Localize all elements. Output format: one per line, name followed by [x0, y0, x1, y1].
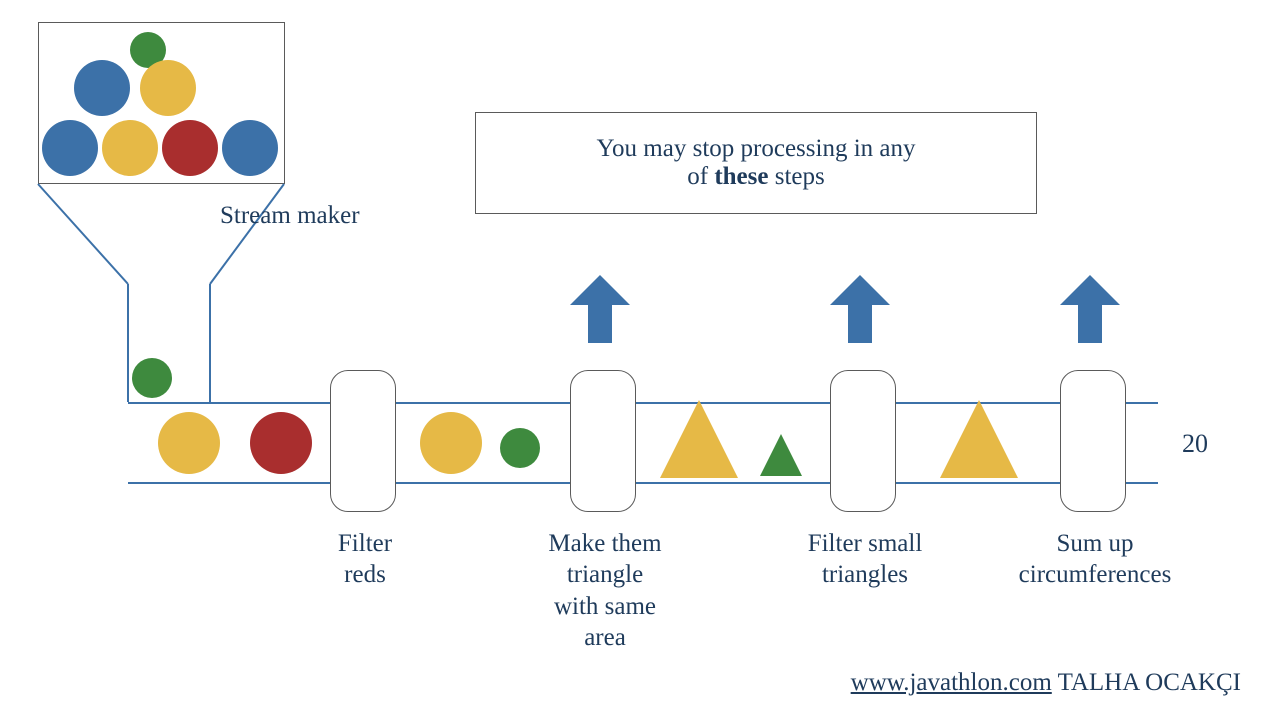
info-line2-bold: these — [714, 163, 768, 190]
up-arrow-icon — [830, 275, 890, 343]
info-line2-pre: of — [687, 163, 714, 190]
diagram-stage: Stream maker You may stop processing in … — [0, 0, 1271, 711]
station-filter-reds — [330, 370, 396, 512]
circle-shape — [158, 412, 220, 474]
up-arrow-icon — [570, 275, 630, 343]
info-line1: You may stop processing in any — [597, 135, 916, 162]
pipe-bottom — [128, 482, 1158, 484]
credit-link[interactable]: www.javathlon.com — [851, 669, 1052, 696]
up-arrow-icon — [1060, 275, 1120, 343]
circle-shape — [500, 428, 540, 468]
info-box: You may stop processing in any of these … — [475, 112, 1037, 214]
station-make-triangle — [570, 370, 636, 512]
station-label-make-triangle: Make themtrianglewith samearea — [500, 528, 710, 653]
triangle-shape — [940, 400, 1018, 478]
credit: www.javathlon.com TALHA OCAKÇI — [851, 669, 1241, 697]
credit-author: TALHA OCAKÇI — [1052, 669, 1241, 696]
circle-shape — [132, 358, 172, 398]
funnel-label: Stream maker — [220, 200, 420, 231]
station-label-filter-reds: Filterreds — [260, 528, 470, 591]
circle-shape — [420, 412, 482, 474]
pipeline-result: 20 — [1165, 428, 1225, 461]
station-label-sum: Sum upcircumferences — [990, 528, 1200, 591]
station-label-filter-small: Filter smalltriangles — [760, 528, 970, 591]
circle-shape — [250, 412, 312, 474]
triangle-shape — [660, 400, 738, 478]
triangle-shape — [760, 434, 802, 476]
info-line2-post: steps — [768, 163, 824, 190]
station-sum — [1060, 370, 1126, 512]
station-filter-small — [830, 370, 896, 512]
